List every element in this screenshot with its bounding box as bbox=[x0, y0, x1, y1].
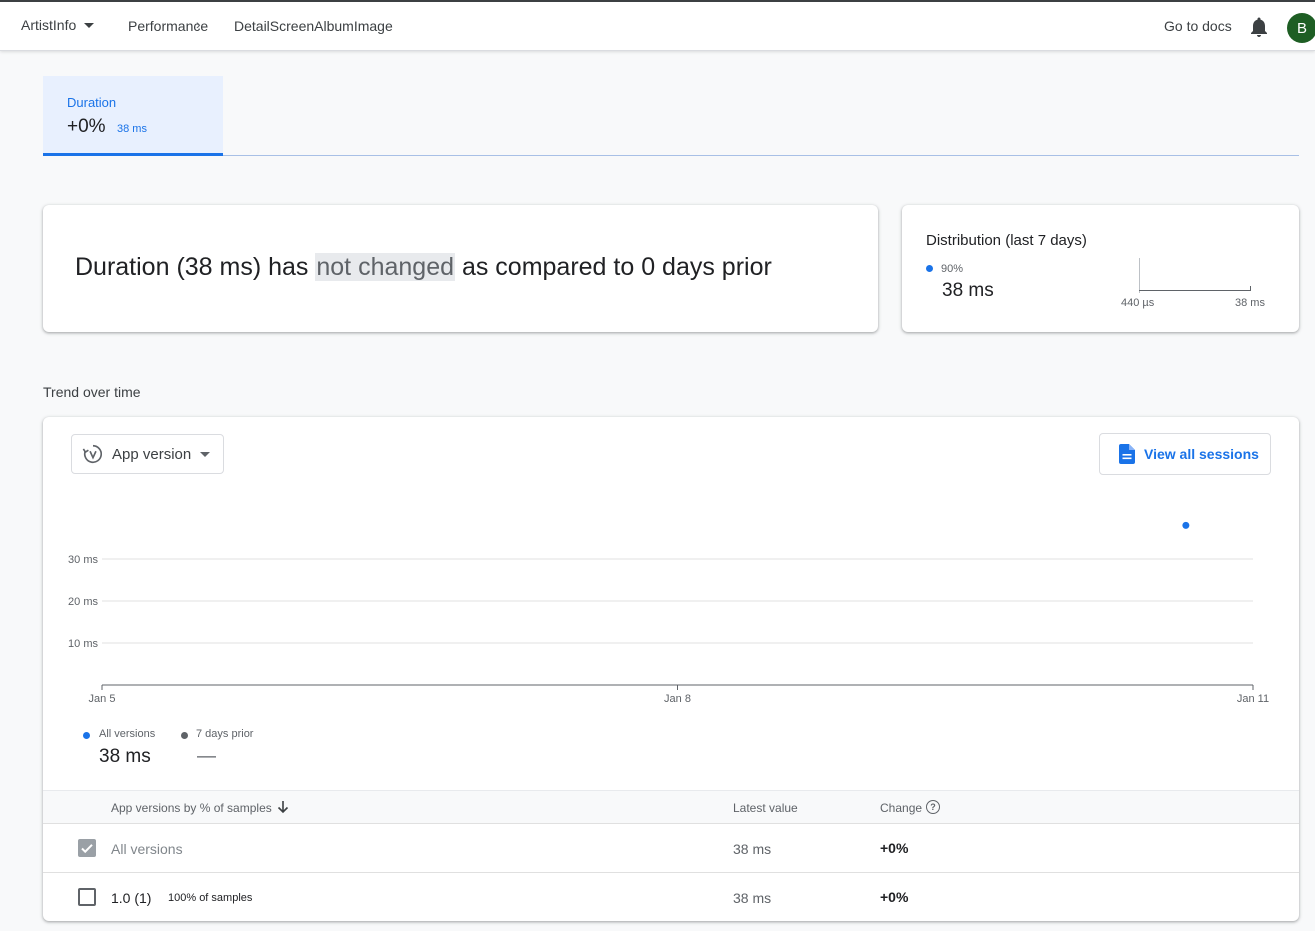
app-version-select[interactable]: App version bbox=[71, 434, 224, 474]
metric-tab-label: Duration bbox=[67, 95, 117, 110]
row-name: All versions bbox=[111, 841, 183, 857]
table-header: App versions by % of samples Latest valu… bbox=[43, 790, 1299, 824]
column-header-change: Change bbox=[880, 801, 923, 815]
distribution-title: Distribution (last 7 days) bbox=[926, 232, 1087, 249]
row-checkbox-version-1[interactable] bbox=[78, 888, 96, 906]
tab-divider bbox=[223, 155, 1299, 156]
distribution-axis-min: 440 µs bbox=[1121, 297, 1155, 309]
legend-dot-prior bbox=[181, 732, 188, 739]
trend-chart: 10 ms 20 ms 30 ms Jan 5 Jan 8 Jan 11 bbox=[68, 521, 1269, 705]
breadcrumb-current: DetailScreenAlbumImage bbox=[234, 18, 393, 34]
app-version-label: App version bbox=[112, 445, 192, 463]
app-name: ArtistInfo bbox=[21, 17, 77, 33]
bell-icon[interactable] bbox=[1250, 17, 1268, 37]
view-all-sessions-label: View all sessions bbox=[1144, 446, 1259, 462]
top-bar: ArtistInfo Performance › DetailScreenAlb… bbox=[0, 0, 1315, 51]
summary-highlight: not changed bbox=[315, 253, 455, 281]
row-latest-value: 38 ms bbox=[733, 890, 772, 906]
chevron-right-icon: › bbox=[196, 16, 201, 32]
data-point bbox=[1182, 521, 1190, 529]
help-circle-icon[interactable]: ? bbox=[926, 800, 940, 814]
distribution-dot bbox=[926, 265, 933, 272]
row-name: 1.0 (1) bbox=[111, 890, 152, 906]
document-icon bbox=[1119, 444, 1135, 464]
distribution-axis-end bbox=[1250, 286, 1251, 291]
metric-tab-change: +0% bbox=[67, 116, 106, 137]
summary-suffix: as compared to 0 days prior bbox=[455, 253, 772, 281]
legend-value-prior: — bbox=[197, 746, 216, 767]
row-change: +0% bbox=[880, 840, 909, 856]
column-header-latest: Latest value bbox=[733, 801, 798, 815]
row-change: +0% bbox=[880, 889, 909, 905]
version-history-icon bbox=[82, 444, 103, 464]
legend-value-all-versions: 38 ms bbox=[99, 746, 151, 767]
distribution-axis bbox=[1139, 290, 1251, 291]
app-selector[interactable]: ArtistInfo bbox=[21, 17, 95, 33]
tab-duration[interactable]: Duration +0% 38 ms bbox=[43, 76, 223, 156]
tab-active-indicator bbox=[43, 153, 223, 156]
table-row: All versions 38 ms +0% bbox=[43, 824, 1299, 873]
legend-dot-all-versions bbox=[83, 732, 90, 739]
avatar[interactable]: B bbox=[1287, 13, 1315, 43]
legend-name-all-versions: All versions bbox=[99, 728, 156, 740]
distribution-value: 38 ms bbox=[942, 280, 994, 301]
check-icon bbox=[81, 844, 93, 854]
legend-name-prior: 7 days prior bbox=[196, 728, 254, 740]
column-header-versions[interactable]: App versions by % of samples bbox=[111, 801, 272, 815]
x-tick-label: Jan 8 bbox=[664, 693, 691, 705]
summary-prefix: Duration (38 ms) has bbox=[75, 253, 316, 281]
x-tick-label: Jan 5 bbox=[89, 693, 116, 705]
distribution-percentile: 90% bbox=[941, 263, 964, 275]
row-checkbox-all-versions[interactable] bbox=[78, 839, 96, 857]
distribution-axis-max: 38 ms bbox=[1235, 297, 1265, 309]
arrow-down-icon[interactable] bbox=[277, 800, 289, 814]
distribution-axis-start bbox=[1139, 258, 1140, 293]
row-latest-value: 38 ms bbox=[733, 841, 772, 857]
trend-section-title: Trend over time bbox=[43, 384, 141, 400]
trend-card: App version View all sessions 10 ms 20 ms… bbox=[43, 417, 1299, 921]
distribution-card: Distribution (last 7 days) 90% 38 ms 440… bbox=[902, 205, 1299, 332]
summary-text: Duration (38 ms) has not changed as comp… bbox=[75, 253, 772, 282]
view-all-sessions-button[interactable]: View all sessions bbox=[1099, 433, 1271, 475]
metric-tab-value: 38 ms bbox=[117, 123, 147, 135]
y-tick-label: 20 ms bbox=[68, 596, 98, 608]
summary-card: Duration (38 ms) has not changed as comp… bbox=[43, 205, 878, 332]
y-tick-label: 30 ms bbox=[68, 554, 98, 566]
go-to-docs-link[interactable]: Go to docs bbox=[1164, 18, 1232, 34]
y-tick-label: 10 ms bbox=[68, 638, 98, 650]
row-samples: 100% of samples bbox=[168, 892, 253, 904]
caret-down-icon bbox=[84, 22, 95, 28]
table-row: 1.0 (1) 100% of samples 38 ms +0% bbox=[43, 873, 1299, 921]
caret-down-icon bbox=[200, 451, 211, 457]
x-tick-label: Jan 11 bbox=[1237, 693, 1269, 705]
